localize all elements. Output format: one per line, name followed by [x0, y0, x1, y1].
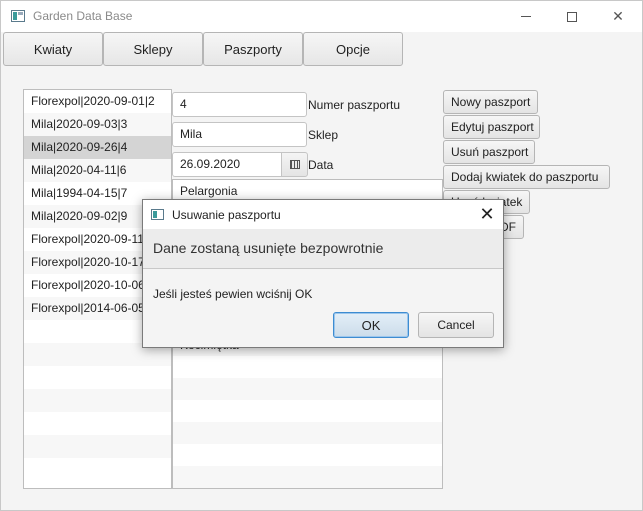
list-item [24, 389, 171, 412]
passport-number-label: Numer paszportu [308, 98, 401, 112]
menu-sklepy-button[interactable]: Sklepy [103, 32, 203, 66]
flower-list-item [173, 444, 442, 466]
dialog-content-text: Jeśli jesteś pewien wciśnij OK [153, 287, 313, 301]
list-item[interactable]: Florexpol|2020-09-01|2 [24, 90, 171, 113]
shop-field[interactable]: Mila [172, 122, 307, 147]
list-item[interactable]: Mila|2020-09-03|3 [24, 113, 171, 136]
minimize-icon [521, 16, 531, 17]
list-item[interactable]: Mila|2020-09-26|4 [24, 136, 171, 159]
dialog-close-button[interactable]: ✕ [473, 202, 501, 227]
add-flower-to-passport-button[interactable]: Dodaj kwiatek do paszportu [443, 165, 610, 189]
close-icon: ✕ [612, 8, 624, 24]
main-window: Garden Data Base ✕ Kwiaty Sklepy Paszpor… [0, 0, 643, 511]
cancel-button[interactable]: Cancel [418, 312, 494, 338]
dialog-header-text: Dane zostaną usunięte bezpowrotnie [153, 240, 384, 256]
date-field[interactable]: 26.09.2020 [172, 152, 282, 177]
menu-kwiaty-button[interactable]: Kwiaty [3, 32, 103, 66]
date-picker-button[interactable] [281, 152, 308, 177]
close-button[interactable]: ✕ [595, 1, 641, 32]
dialog-title: Usuwanie paszportu [172, 208, 281, 222]
flower-list-item [173, 466, 442, 488]
list-item [24, 435, 171, 458]
passport-number-field[interactable]: 4 [172, 92, 307, 117]
dialog-header: Dane zostaną usunięte bezpowrotnie [143, 229, 503, 269]
date-label: Data [308, 158, 334, 172]
new-passport-button[interactable]: Nowy paszport [443, 90, 538, 114]
menu-opcje-button[interactable]: Opcje [303, 32, 403, 66]
close-icon: ✕ [479, 204, 495, 224]
list-item [24, 366, 171, 389]
flower-list-item [173, 422, 442, 444]
flower-list-item [173, 400, 442, 422]
window-title: Garden Data Base [33, 9, 133, 23]
list-item[interactable]: Mila|2020-04-11|6 [24, 159, 171, 182]
flower-list-item [173, 356, 442, 378]
menu-paszporty-button[interactable]: Paszporty [203, 32, 303, 66]
app-icon [11, 10, 25, 22]
flower-list-item [173, 378, 442, 400]
ok-button[interactable]: OK [333, 312, 409, 338]
title-bar: Garden Data Base ✕ [1, 1, 642, 32]
minimize-button[interactable] [503, 1, 549, 32]
maximize-button[interactable] [549, 1, 595, 32]
edit-passport-button[interactable]: Edytuj paszport [443, 115, 540, 139]
delete-passport-dialog: Usuwanie paszportu ✕ Dane zostaną usunię… [142, 199, 504, 348]
delete-passport-button[interactable]: Usuń paszport [443, 140, 535, 164]
menu-bar: Kwiaty Sklepy Paszporty Opcje [1, 32, 642, 66]
list-item [24, 458, 171, 481]
maximize-icon [567, 11, 577, 22]
dialog-title-bar: Usuwanie paszportu ✕ [143, 200, 503, 229]
shop-label: Sklep [308, 128, 339, 142]
list-item [24, 412, 171, 435]
dialog-app-icon [151, 209, 164, 220]
calendar-icon [289, 160, 300, 169]
